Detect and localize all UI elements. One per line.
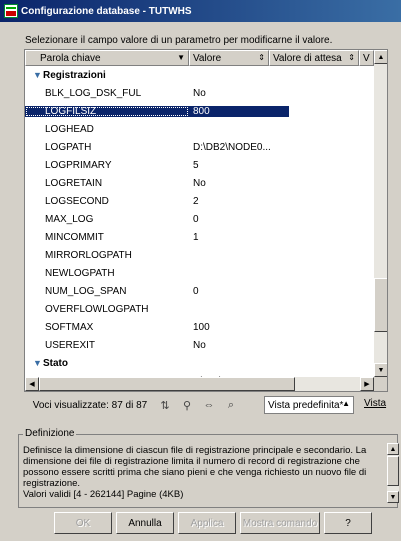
dialog-buttons: OK Annulla Applica Mostra comando ? bbox=[0, 512, 401, 536]
scroll-down-arrow-icon[interactable]: ▼ bbox=[387, 491, 399, 503]
table-row[interactable]: LOGPATH D:\DB2\NODE0... bbox=[25, 138, 374, 156]
horizontal-scrollbar[interactable]: ◀ ▶ bbox=[25, 377, 374, 391]
table-row[interactable]: OVERFLOWLOGPATH bbox=[25, 300, 374, 318]
value-cell[interactable]: No bbox=[189, 88, 289, 99]
table-row[interactable]: MAX_LOG 0 bbox=[25, 210, 374, 228]
database-icon bbox=[4, 4, 18, 18]
window-title: Configurazione database - TUTWHS bbox=[21, 5, 192, 17]
sort-icon[interactable]: ⇅ bbox=[156, 397, 174, 413]
horizontal-scroll-thumb[interactable] bbox=[39, 377, 295, 391]
apply-button[interactable]: Applica bbox=[178, 512, 236, 534]
value-cell[interactable]: 5 bbox=[189, 160, 289, 171]
column-v[interactable]: V bbox=[359, 50, 374, 66]
table-row[interactable]: LOGRETAIN No bbox=[25, 174, 374, 192]
title-bar[interactable]: Configurazione database - TUTWHS bbox=[0, 0, 401, 22]
definition-group: Definizione Definisce la dimensione di c… bbox=[18, 428, 399, 508]
cancel-button[interactable]: Annulla bbox=[116, 512, 174, 534]
scroll-right-arrow-icon[interactable]: ▶ bbox=[360, 377, 374, 391]
keyword-cell: NUM_LOG_SPAN bbox=[45, 285, 127, 297]
column-value[interactable]: Valore ⇕ bbox=[189, 50, 269, 66]
keyword-cell: ▼Registrazioni bbox=[33, 69, 106, 81]
definition-legend: Definizione bbox=[23, 428, 77, 439]
scroll-corner bbox=[374, 377, 387, 391]
table-row[interactable]: NUM_LOG_SPAN 0 bbox=[25, 282, 374, 300]
scroll-left-arrow-icon[interactable]: ◀ bbox=[25, 377, 39, 391]
vertical-scrollbar[interactable]: ▲ ▼ bbox=[374, 50, 387, 377]
keyword-cell: LOGHEAD bbox=[45, 123, 94, 135]
items-count: Voci visualizzate: 87 di 87 bbox=[32, 399, 148, 411]
table-row[interactable]: USEREXIT No bbox=[25, 336, 374, 354]
value-cell[interactable]: 1 bbox=[189, 232, 289, 243]
view-button[interactable]: Vista bbox=[364, 398, 386, 409]
definition-scrollbar[interactable]: ▲ ▼ bbox=[387, 443, 399, 503]
parameter-table: Parola chiave ▼ Valore ⇕ Valore di attes… bbox=[24, 49, 388, 392]
table-row[interactable]: NEWLOGPATH bbox=[25, 264, 374, 282]
table-row[interactable]: MINCOMMIT 1 bbox=[25, 228, 374, 246]
table-row[interactable]: LOGPRIMARY 5 bbox=[25, 156, 374, 174]
ok-button[interactable]: OK bbox=[54, 512, 112, 534]
keyword-cell: LOGFILSIZ bbox=[25, 105, 189, 117]
value-cell[interactable]: 100 bbox=[189, 322, 289, 333]
column-keyword[interactable]: Parola chiave ▼ bbox=[25, 50, 189, 66]
value-cell[interactable]: 800 bbox=[189, 105, 289, 117]
keyword-cell: OVERFLOWLOGPATH bbox=[45, 303, 149, 315]
valid-values: Valori validi [4 - 262144] Pagine (4KB) bbox=[23, 489, 184, 500]
keyword-cell: USEREXIT bbox=[45, 339, 96, 351]
config-window: Configurazione database - TUTWHS Selezio… bbox=[0, 0, 401, 541]
keyword-cell: SOFTMAX bbox=[45, 321, 94, 333]
sort-desc-icon: ▼ bbox=[177, 53, 185, 62]
table-group-row[interactable]: ▼Registrazioni bbox=[25, 66, 374, 84]
dropdown-arrow-icon: ▲ bbox=[342, 399, 350, 408]
collapse-triangle-icon[interactable]: ▼ bbox=[33, 70, 43, 80]
sort-icon: ⇕ bbox=[348, 53, 355, 62]
table-row[interactable]: BLK_LOG_DSK_FUL No bbox=[25, 84, 374, 102]
table-row[interactable]: LOGFILSIZ 800 bbox=[25, 102, 374, 120]
keyword-cell: MINCOMMIT bbox=[45, 231, 104, 243]
keyword-cell: NEWLOGPATH bbox=[45, 267, 115, 279]
filter-icon[interactable]: ⚲ bbox=[178, 397, 196, 413]
table-header: Parola chiave ▼ Valore ⇕ Valore di attes… bbox=[25, 50, 374, 66]
keyword-cell: MAX_LOG bbox=[45, 213, 94, 225]
value-cell[interactable]: D:\DB2\NODE0... bbox=[189, 142, 289, 153]
value-cell[interactable]: 0 bbox=[189, 286, 289, 297]
help-button[interactable]: ? bbox=[324, 512, 372, 534]
keyword-cell: BLK_LOG_DSK_FUL bbox=[45, 87, 142, 99]
sort-icon: ⇕ bbox=[258, 53, 265, 62]
status-bar: Voci visualizzate: 87 di 87 ⇅ ⚲ ⇔ ⌕ Vist… bbox=[24, 394, 388, 416]
table-group-row[interactable]: ▼Stato bbox=[25, 354, 374, 372]
scroll-down-arrow-icon[interactable]: ▼ bbox=[374, 363, 387, 377]
table-row[interactable]: LOGSECOND 2 bbox=[25, 192, 374, 210]
table-row[interactable]: SOFTMAX 100 bbox=[25, 318, 374, 336]
keyword-cell: LOGPRIMARY bbox=[45, 159, 112, 171]
value-cell[interactable]: No bbox=[189, 178, 289, 189]
instruction-text: Selezionare il campo valore di un parame… bbox=[25, 35, 333, 46]
view-select[interactable]: Vista predefinita* ▲ bbox=[264, 396, 354, 414]
keyword-cell: LOGPATH bbox=[45, 141, 92, 153]
columns-icon[interactable]: ⇔ bbox=[200, 397, 218, 413]
collapse-triangle-icon[interactable]: ▼ bbox=[33, 358, 43, 368]
keyword-cell: LOGRETAIN bbox=[45, 177, 103, 189]
keyword-cell: MIRRORLOGPATH bbox=[45, 249, 132, 261]
column-pending-value[interactable]: Valore di attesa ⇕ bbox=[269, 50, 359, 66]
table-row[interactable]: LOGHEAD bbox=[25, 120, 374, 138]
value-cell[interactable]: No bbox=[189, 340, 289, 351]
table-row[interactable]: MIRRORLOGPATH bbox=[25, 246, 374, 264]
vertical-scroll-thumb[interactable] bbox=[374, 278, 387, 332]
find-icon[interactable]: ⌕ bbox=[222, 397, 240, 413]
show-command-button[interactable]: Mostra comando bbox=[240, 512, 320, 534]
definition-text: Definisce la dimensione di ciascun file … bbox=[23, 445, 367, 500]
value-cell[interactable]: 0 bbox=[189, 214, 289, 225]
scroll-up-arrow-icon[interactable]: ▲ bbox=[374, 50, 387, 64]
value-cell[interactable]: 2 bbox=[189, 196, 289, 207]
definition-scroll-thumb[interactable] bbox=[387, 456, 399, 486]
scroll-up-arrow-icon[interactable]: ▲ bbox=[387, 443, 399, 455]
keyword-cell: ▼Stato bbox=[33, 357, 68, 369]
keyword-cell: LOGSECOND bbox=[45, 195, 109, 207]
